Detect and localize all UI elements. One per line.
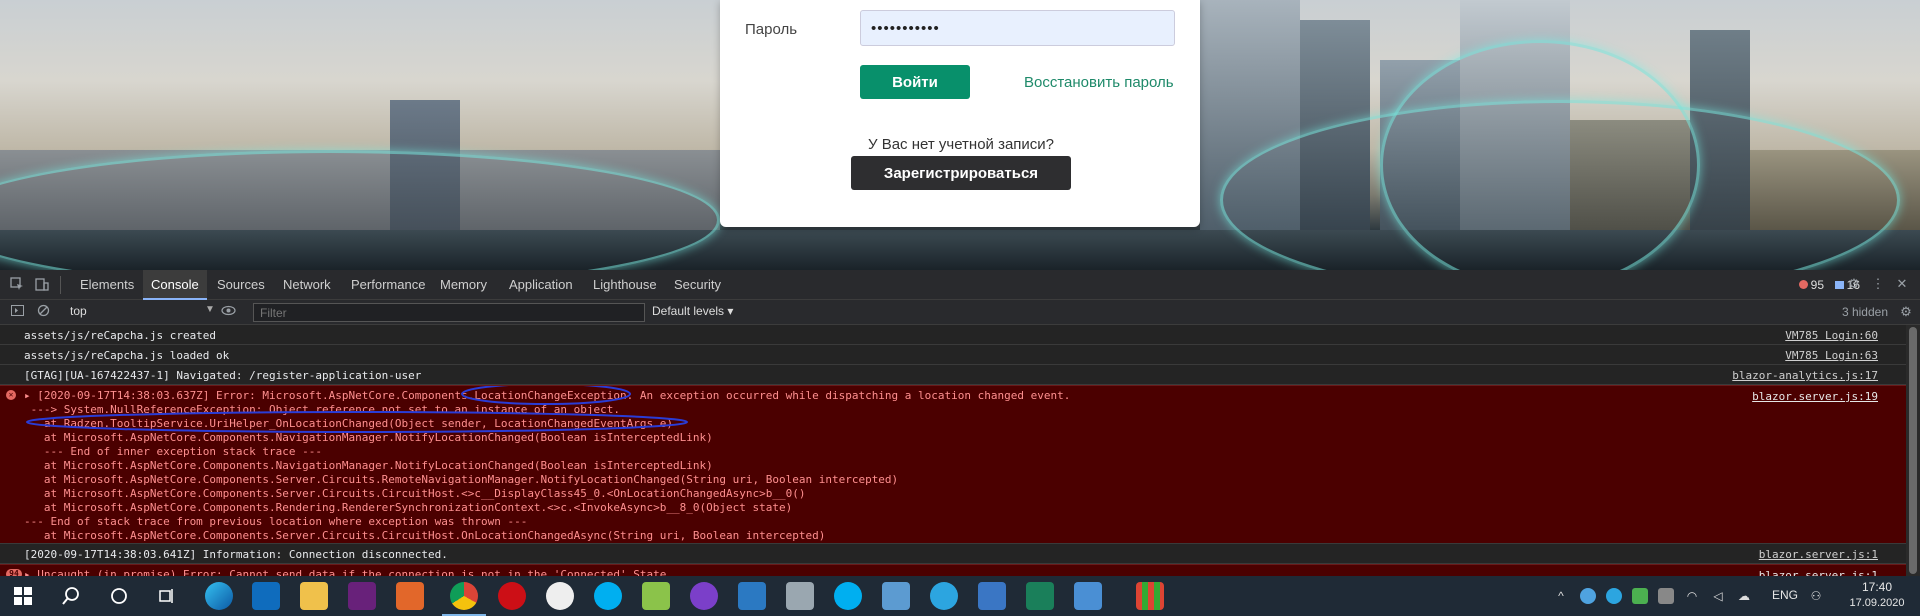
error-icon — [1798, 280, 1808, 289]
yandex-app-icon[interactable] — [546, 582, 574, 610]
clock-date[interactable]: 17.09.2020 — [1843, 597, 1911, 609]
chrome-app-icon[interactable] — [442, 582, 486, 616]
skype-app-icon[interactable] — [594, 582, 622, 610]
tray-app-icon[interactable] — [1606, 588, 1622, 604]
cortana-icon[interactable] — [110, 587, 128, 610]
devtools-panel: Elements Console Sources Network Perform… — [0, 270, 1920, 576]
people-icon[interactable]: ⚇ — [1808, 588, 1824, 604]
source-link[interactable]: blazor.server.js:1 — [1759, 569, 1878, 576]
devtools-tabbar: Elements Console Sources Network Perform… — [0, 270, 1920, 300]
more-options-icon[interactable]: ⋮ — [1870, 276, 1886, 292]
chevron-down-icon[interactable]: ▼ — [205, 304, 215, 315]
message-icon — [1834, 281, 1844, 289]
tray-app-icon[interactable] — [1658, 588, 1674, 604]
console-settings-gear-icon[interactable]: ⚙ — [1898, 304, 1914, 320]
login-button[interactable]: Войти — [860, 65, 970, 99]
notepad-app-icon[interactable] — [642, 582, 670, 610]
file-explorer-icon[interactable] — [300, 582, 328, 610]
no-account-text: У Вас нет учетной записи? — [868, 136, 1055, 153]
tab-network[interactable]: Network — [275, 270, 339, 300]
tab-console[interactable]: Console — [143, 270, 207, 300]
edge-app-icon[interactable] — [205, 582, 233, 610]
windows-taskbar: ^ ◠ ◁ ☁ ENG ⚇ 17:40 17.09.2020 — [0, 576, 1920, 616]
scrollbar-thumb[interactable] — [1909, 327, 1917, 574]
clear-console-icon[interactable] — [35, 304, 51, 320]
opera-app-icon[interactable] — [498, 582, 526, 610]
inspect-element-icon[interactable] — [9, 277, 25, 293]
close-icon[interactable]: ✕ — [1894, 276, 1910, 292]
app-icon[interactable] — [1136, 582, 1164, 610]
telegram-app-icon[interactable] — [930, 582, 958, 610]
password-input[interactable] — [860, 10, 1175, 46]
error-count-badge[interactable]: 95 — [1798, 278, 1824, 292]
context-select[interactable]: top — [70, 304, 87, 318]
log-levels-dropdown[interactable]: Default levels ▾ — [652, 304, 733, 318]
gear-icon[interactable]: ⚙ — [1846, 276, 1862, 292]
password-label: Пароль — [745, 21, 798, 38]
console-message: [2020-09-17T14:38:03.641Z] Information: … — [24, 548, 448, 561]
github-app-icon[interactable] — [690, 582, 718, 610]
console-error-row[interactable]: ✕ blazor.server.js:19 ▸ [2020-09-17T14:3… — [0, 385, 1920, 544]
app-icon[interactable] — [1074, 582, 1102, 610]
tab-memory[interactable]: Memory — [432, 270, 495, 300]
tab-performance[interactable]: Performance — [343, 270, 433, 300]
console-scrollbar[interactable] — [1906, 325, 1920, 576]
console-row: [2020-09-17T14:38:03.641Z] Information: … — [0, 544, 1920, 564]
tray-app-icon[interactable] — [1632, 588, 1648, 604]
console-message: assets/js/reCapcha.js created — [24, 329, 217, 342]
register-button[interactable]: Зарегистрироваться — [851, 156, 1071, 190]
volume-icon[interactable]: ◁ — [1710, 588, 1726, 604]
console-toolbar: top ▼ Default levels ▾ 3 hidden ⚙ — [0, 300, 1920, 325]
app-icon[interactable] — [882, 582, 910, 610]
console-message: [GTAG][UA-167422437-1] Navigated: /regis… — [24, 369, 422, 382]
device-toolbar-icon[interactable] — [34, 277, 50, 293]
windows-start-icon[interactable] — [14, 587, 32, 610]
source-link[interactable]: blazor-analytics.js:17 — [1732, 369, 1878, 382]
sidebar-toggle-icon[interactable] — [9, 304, 25, 320]
wifi-icon[interactable]: ◠ — [1684, 588, 1700, 604]
photos-app-icon[interactable] — [978, 582, 1006, 610]
error-count-bubble: 94 — [6, 569, 22, 576]
console-row: [GTAG][UA-167422437-1] Navigated: /regis… — [0, 365, 1920, 385]
vs-code-app-icon[interactable] — [738, 582, 766, 610]
visual-studio-icon[interactable] — [348, 582, 376, 610]
source-link[interactable]: VM785 Login:60 — [1785, 329, 1878, 342]
console-message: assets/js/reCapcha.js loaded ok — [24, 349, 230, 362]
tab-elements[interactable]: Elements — [72, 270, 142, 300]
tab-security[interactable]: Security — [666, 270, 729, 300]
restore-password-link[interactable]: Восстановить пароль — [1024, 74, 1174, 91]
clock-time[interactable]: 17:40 — [1843, 580, 1911, 594]
outlook-app-icon[interactable] — [252, 582, 280, 610]
annotation-circles — [26, 386, 688, 433]
tab-lighthouse[interactable]: Lighthouse — [585, 270, 665, 300]
tab-application[interactable]: Application — [501, 270, 581, 300]
app-icon[interactable] — [1026, 582, 1054, 610]
language-indicator[interactable]: ENG — [1772, 588, 1798, 602]
light-trail — [1380, 40, 1700, 270]
live-expression-eye-icon[interactable] — [220, 304, 236, 320]
source-link[interactable]: blazor.server.js:1 — [1759, 548, 1878, 561]
console-error-row[interactable]: 94 ▸ Uncaught (in promise) Error: Cannot… — [0, 564, 1920, 576]
app-icon[interactable] — [786, 582, 814, 610]
error-line: ▸ Uncaught (in promise) Error: Cannot se… — [24, 568, 674, 576]
console-output: assets/js/reCapcha.js created VM785 Logi… — [0, 325, 1920, 576]
task-view-icon[interactable] — [158, 587, 176, 610]
login-card: Пароль Войти Восстановить пароль У Вас н… — [720, 0, 1200, 227]
show-hidden-icons-chevron-icon[interactable]: ^ — [1553, 588, 1569, 604]
console-row: assets/js/reCapcha.js loaded ok VM785 Lo… — [0, 345, 1920, 365]
source-link[interactable]: VM785 Login:63 — [1785, 349, 1878, 362]
filter-input[interactable] — [253, 303, 645, 322]
git-app-icon[interactable] — [396, 582, 424, 610]
console-row: assets/js/reCapcha.js created VM785 Logi… — [0, 325, 1920, 345]
page-viewport: Пароль Войти Восстановить пароль У Вас н… — [0, 0, 1920, 270]
onedrive-cloud-icon[interactable]: ☁ — [1736, 588, 1752, 604]
toolbar-divider — [60, 276, 61, 294]
tab-sources[interactable]: Sources — [209, 270, 273, 300]
hidden-count: 3 hidden — [1841, 305, 1888, 319]
skype-business-app-icon[interactable] — [834, 582, 862, 610]
tray-app-icon[interactable] — [1580, 588, 1596, 604]
search-icon[interactable] — [62, 587, 80, 610]
